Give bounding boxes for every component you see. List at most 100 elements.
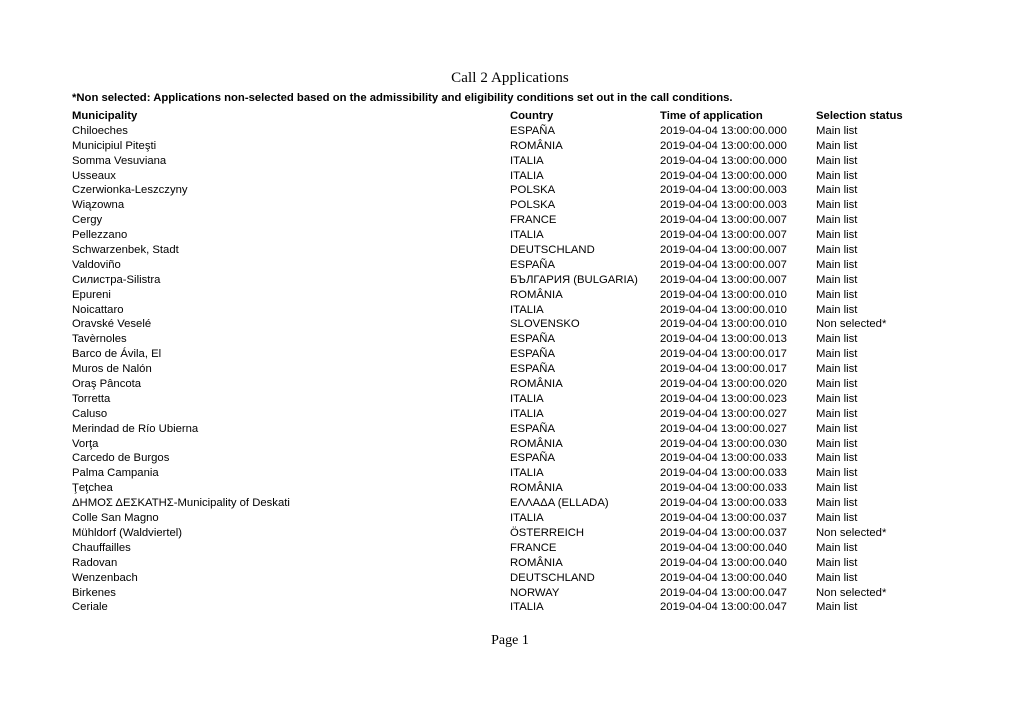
cell-municipality: Vorţa xyxy=(72,437,99,450)
table-row: Pellezzano ITALIA 2019-04-04 13:00:00.007 M… xyxy=(0,228,1020,243)
cell-selection-status: Main list xyxy=(816,556,858,569)
cell-country: DEUTSCHLAND xyxy=(510,571,595,584)
cell-country: NORWAY xyxy=(510,586,560,599)
cell-selection-status: Main list xyxy=(816,348,858,361)
cell-municipality: Barco de Ávila, El xyxy=(72,348,162,361)
cell-time-of-application: 2019-04-04 13:00:00.010 xyxy=(660,288,787,301)
table-body: Chiloeches ESPAÑA 2019-04-04 13:00:00.000 M… xyxy=(0,124,1020,615)
cell-municipality: Somma Vesuviana xyxy=(72,154,167,167)
cell-country: ITALIA xyxy=(510,467,544,480)
cell-time-of-application: 2019-04-04 13:00:00.033 xyxy=(660,497,787,510)
cell-time-of-application: 2019-04-04 13:00:00.040 xyxy=(660,571,787,584)
cell-country: ESPAÑA xyxy=(510,258,555,271)
page-footer: Page 1 xyxy=(491,633,529,648)
cell-municipality: Caluso xyxy=(72,407,108,420)
cell-selection-status: Main list xyxy=(816,214,858,227)
cell-municipality: Schwarzenbek, Stadt xyxy=(72,244,179,257)
cell-time-of-application: 2019-04-04 13:00:00.040 xyxy=(660,556,787,569)
cell-municipality: Usseaux xyxy=(72,169,116,182)
cell-country: ITALIA xyxy=(510,512,544,525)
table-row: Birkenes NORWAY 2019-04-04 13:00:00.047 Non… xyxy=(0,586,1020,601)
table-row: Muros de Nalón ESPAÑA 2019-04-04 13:00:00.… xyxy=(0,362,1020,377)
cell-municipality: Chiloeches xyxy=(72,124,128,137)
table-row: ΔΗΜΟΣ ΔΕΣΚΑΤΗΣ-Municipality of Deskati ΕΛ… xyxy=(0,496,1020,511)
cell-selection-status: Main list xyxy=(816,452,858,465)
cell-time-of-application: 2019-04-04 13:00:00.000 xyxy=(660,154,787,167)
cell-municipality: Noicattaro xyxy=(72,303,124,316)
cell-municipality: Municipiul Piteşti xyxy=(72,139,157,152)
cell-municipality: Colle San Magno xyxy=(72,512,159,525)
cell-selection-status: Main list xyxy=(816,363,858,376)
cell-time-of-application: 2019-04-04 13:00:00.047 xyxy=(660,601,787,614)
cell-selection-status: Main list xyxy=(816,541,858,554)
cell-country: ROMÂNIA xyxy=(510,139,563,152)
cell-selection-status: Main list xyxy=(816,482,858,495)
cell-time-of-application: 2019-04-04 13:00:00.013 xyxy=(660,333,787,346)
cell-country: ESPAÑA xyxy=(510,333,555,346)
cell-time-of-application: 2019-04-04 13:00:00.030 xyxy=(660,437,787,450)
cell-country: ESPAÑA xyxy=(510,348,555,361)
cell-time-of-application: 2019-04-04 13:00:00.023 xyxy=(660,392,787,405)
table-header-row: Municipality Country Time of application… xyxy=(0,109,1020,124)
cell-selection-status: Main list xyxy=(816,273,858,286)
non-selected-note: *Non selected: Applications non-selected… xyxy=(72,92,733,104)
table-row: Chiloeches ESPAÑA 2019-04-04 13:00:00.000 M… xyxy=(0,124,1020,139)
cell-selection-status: Main list xyxy=(816,288,858,301)
cell-selection-status: Main list xyxy=(816,303,858,316)
cell-selection-status: Main list xyxy=(816,512,858,525)
table-row: Somma Vesuviana ITALIA 2019-04-04 13:00:00… xyxy=(0,154,1020,169)
cell-time-of-application: 2019-04-04 13:00:00.010 xyxy=(660,303,787,316)
cell-municipality: Chauffailles xyxy=(72,541,131,554)
cell-country: FRANCE xyxy=(510,214,557,227)
column-header-country: Country xyxy=(510,110,554,122)
table-row: Schwarzenbek, Stadt DEUTSCHLAND 2019-04-04… xyxy=(0,243,1020,258)
cell-time-of-application: 2019-04-04 13:00:00.007 xyxy=(660,229,787,242)
cell-selection-status: Non selected* xyxy=(816,586,887,599)
table-row: Colle San Magno ITALIA 2019-04-04 13:00:00… xyxy=(0,511,1020,526)
cell-time-of-application: 2019-04-04 13:00:00.033 xyxy=(660,452,787,465)
cell-municipality: Wenzenbach xyxy=(72,571,138,584)
cell-municipality: Radovan xyxy=(72,556,118,569)
cell-country: ITALIA xyxy=(510,392,544,405)
cell-country: POLSKA xyxy=(510,184,556,197)
table-row: Силистра-Silistra БЪЛГАРИЯ (BULGARIA) 2019… xyxy=(0,273,1020,288)
cell-selection-status: Main list xyxy=(816,333,858,346)
table-row: Municipiul Piteşti ROMÂNIA 2019-04-04 13:0… xyxy=(0,139,1020,154)
table-row: Caluso ITALIA 2019-04-04 13:00:00.027 Main … xyxy=(0,407,1020,422)
cell-time-of-application: 2019-04-04 13:00:00.007 xyxy=(660,244,787,257)
cell-selection-status: Main list xyxy=(816,437,858,450)
cell-country: ITALIA xyxy=(510,229,544,242)
cell-municipality: Mühldorf (Waldviertel) xyxy=(72,526,183,539)
cell-selection-status: Main list xyxy=(816,571,858,584)
table-row: Tavèrnoles ESPAÑA 2019-04-04 13:00:00.013 M… xyxy=(0,332,1020,347)
cell-municipality: Pellezzano xyxy=(72,229,128,242)
cell-country: ÖSTERREICH xyxy=(510,526,585,539)
cell-municipality: Palma Campania xyxy=(72,467,159,480)
cell-time-of-application: 2019-04-04 13:00:00.020 xyxy=(660,378,787,391)
cell-country: ESPAÑA xyxy=(510,363,555,376)
table-row: Merindad de Río Ubierna ESPAÑA 2019-04-04 … xyxy=(0,422,1020,437)
cell-country: ROMÂNIA xyxy=(510,437,563,450)
page-title: Call 2 Applications xyxy=(451,70,569,86)
cell-selection-status: Main list xyxy=(816,199,858,212)
cell-municipality: Wiązowna xyxy=(72,199,125,212)
cell-selection-status: Main list xyxy=(816,378,858,391)
table-row: Cergy FRANCE 2019-04-04 13:00:00.007 Main l… xyxy=(0,213,1020,228)
cell-municipality: Carcedo de Burgos xyxy=(72,452,170,465)
cell-country: ESPAÑA xyxy=(510,452,555,465)
cell-municipality: Torretta xyxy=(72,392,111,405)
cell-time-of-application: 2019-04-04 13:00:00.007 xyxy=(660,214,787,227)
table-row: Mühldorf (Waldviertel) ÖSTERREICH 2019-04-… xyxy=(0,526,1020,541)
cell-country: ROMÂNIA xyxy=(510,378,563,391)
table-row: Czerwionka-Leszczyny POLSKA 2019-04-04 13:… xyxy=(0,183,1020,198)
column-header-municipality: Municipality xyxy=(72,110,138,122)
cell-time-of-application: 2019-04-04 13:00:00.047 xyxy=(660,586,787,599)
cell-country: ESPAÑA xyxy=(510,422,555,435)
cell-selection-status: Main list xyxy=(816,467,858,480)
cell-time-of-application: 2019-04-04 13:00:00.000 xyxy=(660,169,787,182)
table-row: Vorţa ROMÂNIA 2019-04-04 13:00:00.030 Main … xyxy=(0,437,1020,452)
cell-country: ΕΛΛΑΔΑ (ELLADA) xyxy=(510,497,609,510)
cell-selection-status: Main list xyxy=(816,124,858,137)
table-row: Epureni ROMÂNIA 2019-04-04 13:00:00.010 Mai… xyxy=(0,288,1020,303)
cell-country: ITALIA xyxy=(510,303,544,316)
